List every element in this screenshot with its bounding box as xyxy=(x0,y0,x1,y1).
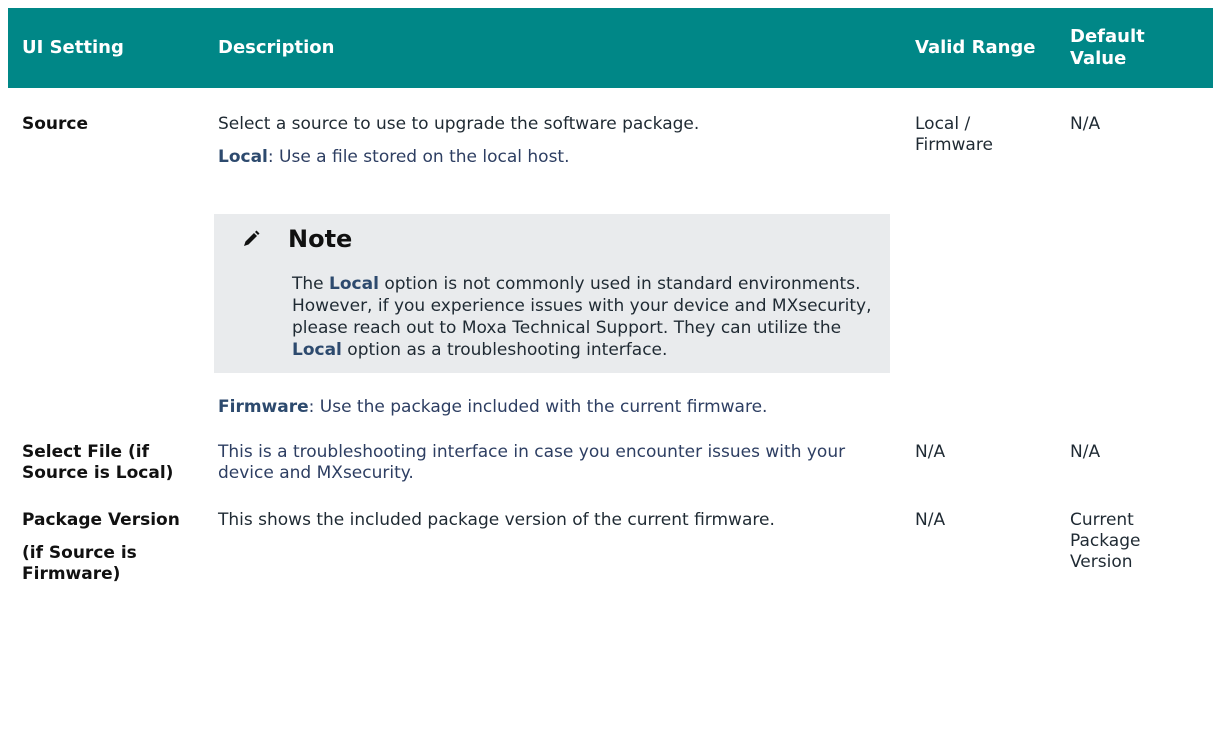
table-row: Select File (if Source is Local) This is… xyxy=(8,418,1213,484)
pencil-icon xyxy=(214,229,288,249)
local-desc: : Use a file stored on the local host. xyxy=(267,147,570,167)
note-box: Note The Local option is not commonly us… xyxy=(214,214,890,373)
default-value: Current Package Version xyxy=(1070,510,1141,572)
note-text: The Local option is not commonly used in… xyxy=(214,256,890,361)
note-title: Note xyxy=(288,224,353,253)
note-text-part: option as a troubleshooting interface. xyxy=(341,340,668,360)
note-header: Note xyxy=(214,222,890,256)
setting-name: Select File (if Source is Local) xyxy=(22,442,174,483)
header-description: Description xyxy=(204,8,901,88)
valid-range: Local / Firmware xyxy=(915,114,993,155)
setting-name-main: Package Version xyxy=(22,510,180,530)
firmware-option-text: Firmware: Use the package included with … xyxy=(218,397,887,418)
note-bold-local: Local xyxy=(329,274,379,294)
setting-description: This shows the included package version … xyxy=(218,510,775,530)
header-valid-range: Valid Range xyxy=(901,8,1056,88)
local-option-text: Local: Use a file stored on the local ho… xyxy=(218,147,887,168)
firmware-desc: : Use the package included with the curr… xyxy=(308,397,768,417)
table-header-row: UI Setting Description Valid Range Defau… xyxy=(8,8,1213,88)
setting-description: This is a troubleshooting interface in c… xyxy=(218,442,846,483)
settings-table-page: UI Setting Description Valid Range Defau… xyxy=(8,8,1213,585)
setting-name: Source xyxy=(22,114,89,134)
header-default-value: Default Value xyxy=(1056,8,1213,88)
description-intro: Select a source to use to upgrade the so… xyxy=(218,114,700,134)
setting-description: Select a source to use to upgrade the so… xyxy=(204,88,901,418)
valid-range: N/A xyxy=(915,510,946,530)
setting-name: Package Version (if Source is Firmware) xyxy=(8,484,204,585)
note-text-part: option is not commonly used in standard … xyxy=(292,274,872,338)
note-text-part: The xyxy=(292,274,330,294)
valid-range: N/A xyxy=(915,442,946,462)
local-label: Local xyxy=(218,147,268,167)
note-bold-local: Local xyxy=(292,340,342,360)
firmware-label: Firmware xyxy=(218,397,309,417)
table-row: Source Select a source to use to upgrade… xyxy=(8,88,1213,418)
default-value: N/A xyxy=(1070,114,1101,134)
table-row: Package Version (if Source is Firmware) … xyxy=(8,484,1213,585)
settings-table: UI Setting Description Valid Range Defau… xyxy=(8,8,1213,585)
default-value: N/A xyxy=(1070,442,1101,462)
setting-name-condition: (if Source is Firmware) xyxy=(22,543,137,584)
header-ui-setting: UI Setting xyxy=(8,8,204,88)
